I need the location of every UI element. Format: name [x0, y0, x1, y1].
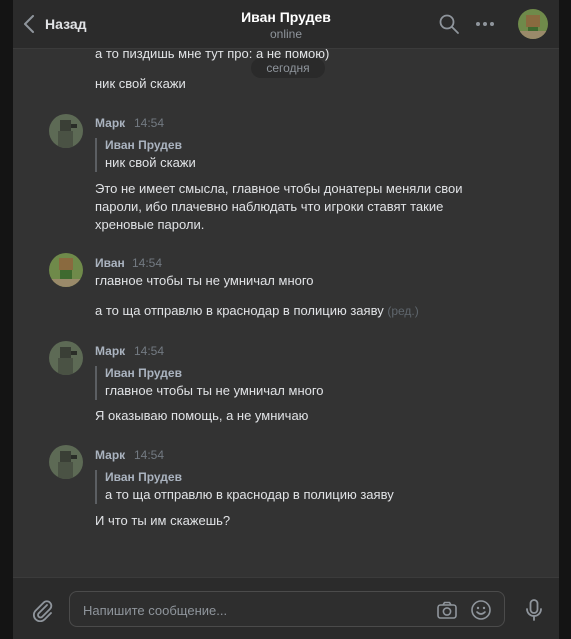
- message-time: 14:54: [132, 256, 163, 270]
- message-text: а то ща отправлю в краснодар в полицию з…: [95, 302, 419, 320]
- message-time: 14:54: [134, 448, 165, 462]
- reply-text: ник свой скажи: [105, 155, 196, 170]
- message-history[interactable]: а то пиздишь мне тут про: а не помою) ни…: [13, 49, 559, 577]
- message-author[interactable]: Марк: [95, 344, 125, 358]
- chevron-left-icon: [24, 15, 34, 33]
- message-text: Это не имеет смысла, главное чтобы донат…: [95, 181, 463, 196]
- chat-title: Иван Прудев: [241, 9, 331, 25]
- contact-avatar[interactable]: [518, 9, 548, 39]
- message-text: Я оказываю помощь, а не умничаю: [95, 408, 309, 423]
- message-author[interactable]: Иван: [95, 256, 125, 270]
- chat-window: Назад Иван Прудев online а то пиздишь мн…: [13, 0, 559, 639]
- message-text: главное чтобы ты не умничал много: [95, 273, 314, 288]
- message-author[interactable]: Марк: [95, 116, 125, 130]
- edited-label: (ред.): [387, 304, 419, 318]
- message-text: пароли, ибо плачевно наблюдать что игрок…: [95, 199, 444, 214]
- message-composer: [13, 577, 559, 639]
- online-status: online: [269, 27, 303, 41]
- reply-quote[interactable]: Иван Прудев ник свой скажи: [95, 138, 517, 172]
- date-separator: сегодня: [251, 58, 325, 78]
- reply-text: а то ща отправлю в краснодар в полицию з…: [105, 487, 394, 502]
- avatar[interactable]: [49, 253, 83, 287]
- paperclip-icon[interactable]: [30, 598, 54, 622]
- message-text: хреновые пароли.: [95, 217, 205, 232]
- reply-text: главное чтобы ты не умничал много: [105, 383, 324, 398]
- back-button[interactable]: Назад: [23, 12, 87, 36]
- back-label: Назад: [45, 16, 87, 32]
- smile-icon[interactable]: [470, 599, 492, 621]
- message-input[interactable]: [70, 592, 435, 628]
- avatar[interactable]: [49, 114, 83, 148]
- more-icon[interactable]: [474, 13, 496, 35]
- camera-icon[interactable]: [436, 599, 458, 621]
- avatar[interactable]: [49, 445, 83, 479]
- chat-header: Назад Иван Прудев online: [13, 0, 559, 49]
- chat-title-block[interactable]: Иван Прудев online: [186, 8, 386, 42]
- reply-author: Иван Прудев: [105, 470, 182, 484]
- search-icon[interactable]: [438, 13, 460, 35]
- avatar[interactable]: [49, 341, 83, 375]
- message-text: И что ты им скажешь?: [95, 513, 231, 528]
- message-text: ник свой скажи: [95, 76, 186, 91]
- reply-quote[interactable]: Иван Прудев главное чтобы ты не умничал …: [95, 366, 517, 400]
- reply-author: Иван Прудев: [105, 366, 182, 380]
- microphone-icon[interactable]: [523, 598, 545, 622]
- message-time: 14:54: [134, 344, 165, 358]
- reply-quote[interactable]: Иван Прудев а то ща отправлю в краснодар…: [95, 470, 517, 504]
- message-time: 14:54: [134, 116, 165, 130]
- message-author[interactable]: Марк: [95, 448, 125, 462]
- message-input-box[interactable]: [69, 591, 505, 628]
- reply-author: Иван Прудев: [105, 138, 182, 152]
- message-text-content: а то ща отправлю в краснодар в полицию з…: [95, 303, 384, 318]
